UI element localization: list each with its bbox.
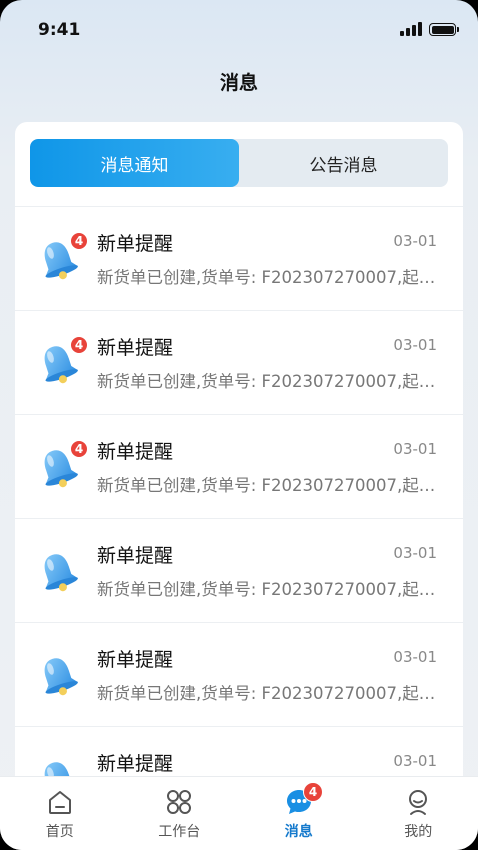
message-title: 新单提醒 <box>97 233 174 255</box>
signal-icon <box>400 22 422 36</box>
message-title: 新单提醒 <box>97 337 174 359</box>
tabbar-workbench[interactable]: 工作台 <box>120 777 240 850</box>
unread-badge: 4 <box>70 232 88 250</box>
unread-badge: 4 <box>70 440 88 458</box>
grid-icon <box>167 790 192 814</box>
app-screen: 9:41 消息 消息通知 公告消息 4 新单提醒 03-01 新货单已创建,货单… <box>0 0 478 850</box>
message-date: 03-01 <box>393 440 437 458</box>
message-desc: 新货单已创建,货单号: F202307270007,起始地点上海 <box>97 684 447 703</box>
message-card: 消息通知 公告消息 4 新单提醒 03-01 新货单已创建,货单号: F2023… <box>15 122 463 802</box>
tab-announcements[interactable]: 公告消息 <box>239 139 448 187</box>
message-desc: 新货单已创建,货单号: F202307270007,起始地点上海 <box>97 476 447 495</box>
tabbar-label: 我的 <box>404 824 433 840</box>
tabbar-messages[interactable]: 4 消息 <box>239 777 359 850</box>
message-tabs: 消息通知 公告消息 <box>30 139 448 187</box>
status-time: 9:41 <box>38 20 81 40</box>
tabbar-profile[interactable]: 我的 <box>359 777 478 850</box>
status-bar: 9:41 <box>0 0 478 60</box>
message-date: 03-01 <box>393 336 437 354</box>
message-date: 03-01 <box>393 232 437 250</box>
home-icon <box>48 791 71 814</box>
message-item[interactable]: 新单提醒 03-01 新货单已创建,货单号: F202307270007,起始地… <box>15 519 463 622</box>
message-item[interactable]: 4 新单提醒 03-01 新货单已创建,货单号: F202307270007,起… <box>15 415 463 518</box>
bell-icon <box>36 653 81 701</box>
bottom-tab-bar: 首页 工作台 4 消息 我的 <box>0 776 478 850</box>
message-date: 03-01 <box>393 752 437 770</box>
tabbar-label: 工作台 <box>158 824 201 840</box>
tabbar-badge: 4 <box>303 782 323 802</box>
tabbar-home[interactable]: 首页 <box>0 777 120 850</box>
message-date: 03-01 <box>393 544 437 562</box>
tabbar-label: 首页 <box>45 824 74 840</box>
message-title: 新单提醒 <box>97 545 174 567</box>
profile-icon <box>409 790 428 815</box>
message-title: 新单提醒 <box>97 441 174 463</box>
message-desc: 新货单已创建,货单号: F202307270007,起始地点上海 <box>97 580 447 599</box>
message-item[interactable]: 4 新单提醒 03-01 新货单已创建,货单号: F202307270007,起… <box>15 207 463 310</box>
tab-notifications[interactable]: 消息通知 <box>30 139 239 187</box>
bell-icon <box>36 549 81 597</box>
page-title: 消息 <box>219 72 258 94</box>
unread-badge: 4 <box>70 336 88 354</box>
message-title: 新单提醒 <box>97 649 174 671</box>
message-list: 4 新单提醒 03-01 新货单已创建,货单号: F202307270007,起… <box>15 206 463 802</box>
message-date: 03-01 <box>393 648 437 666</box>
battery-icon <box>429 23 459 36</box>
message-title: 新单提醒 <box>97 753 174 775</box>
message-desc: 新货单已创建,货单号: F202307270007,起始地点上海 <box>97 372 447 391</box>
message-item[interactable]: 4 新单提醒 03-01 新货单已创建,货单号: F202307270007,起… <box>15 311 463 414</box>
message-desc: 新货单已创建,货单号: F202307270007,起始地点上海 <box>97 268 447 287</box>
tabbar-label: 消息 <box>284 824 313 840</box>
message-item[interactable]: 新单提醒 03-01 新货单已创建,货单号: F202307270007,起始地… <box>15 623 463 726</box>
